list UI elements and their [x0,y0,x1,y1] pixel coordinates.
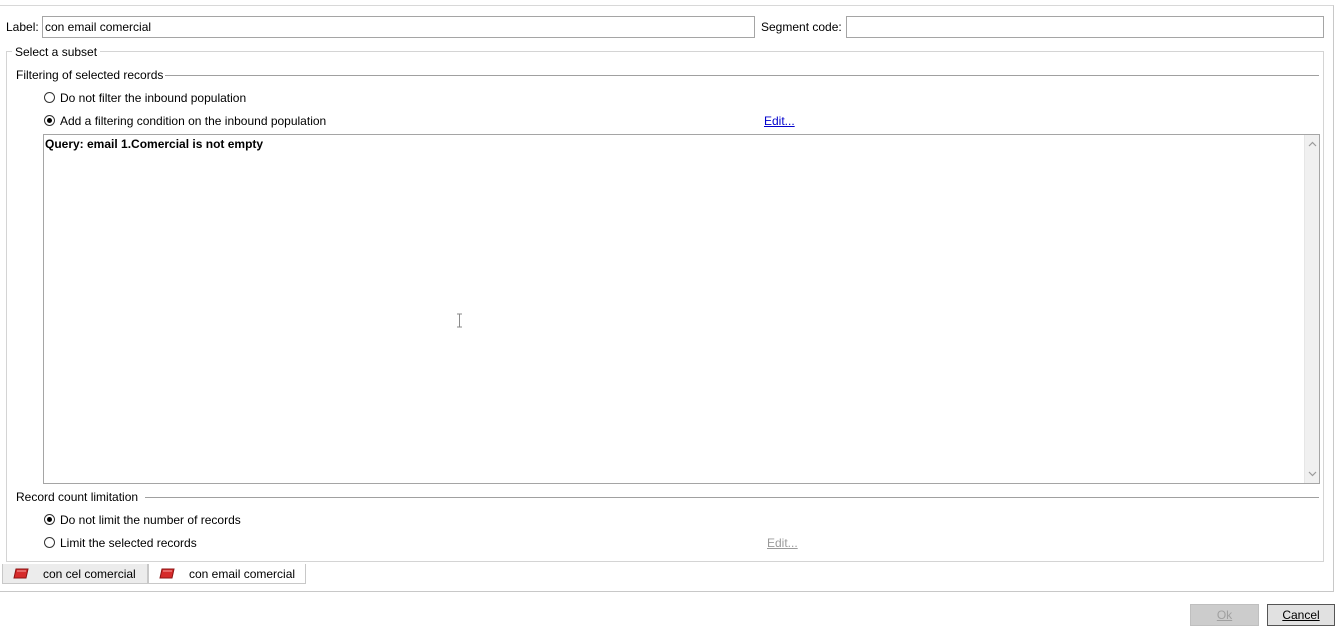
no-filter-radio[interactable] [44,92,55,103]
cancel-button[interactable]: Cancel [1267,604,1335,626]
tab-con-email-comercial[interactable]: con email comercial [148,564,306,584]
no-limit-label[interactable]: Do not limit the number of records [60,512,241,528]
select-subset-title: Select a subset [12,44,101,60]
text-cursor-icon [456,313,463,328]
label-caption: Label: [6,20,39,34]
no-limit-radio[interactable] [44,514,55,525]
limitation-section-title: Record count limitation [16,490,139,504]
segment-code-caption: Segment code: [761,20,842,34]
scroll-down-arrow-icon[interactable] [1305,467,1320,481]
limitation-separator [145,497,1319,498]
ok-button-label: Ok [1216,608,1233,622]
query-vertical-scrollbar[interactable] [1304,135,1319,483]
filtering-separator [165,75,1319,76]
segment-code-input[interactable] [846,16,1324,38]
cancel-button-label: Cancel [1282,608,1320,622]
no-filter-label[interactable]: Do not filter the inbound population [60,90,246,106]
filter-edit-link[interactable]: Edit... [764,113,795,129]
segment-tabs: con cel comercial con email comercial [2,564,306,585]
add-filter-radio[interactable] [44,115,55,126]
segment-icon [13,568,29,579]
query-text-area[interactable]: Query: email 1.Comercial is not empty [43,134,1320,484]
tab-label: con email comercial [189,566,296,581]
tab-label: con cel comercial [43,566,136,581]
limit-records-radio[interactable] [44,537,55,548]
ok-button[interactable]: Ok [1190,604,1259,626]
add-filter-label[interactable]: Add a filtering condition on the inbound… [60,113,326,129]
limit-records-label[interactable]: Limit the selected records [60,535,197,551]
scroll-up-arrow-icon[interactable] [1305,137,1320,151]
label-input[interactable]: con email comercial [42,16,755,38]
filtering-section-title: Filtering of selected records [16,68,164,82]
tab-con-cel-comercial[interactable]: con cel comercial [2,564,148,584]
limit-edit-link: Edit... [767,536,798,550]
query-text: Query: email 1.Comercial is not empty [45,137,264,151]
segment-icon [159,568,175,579]
